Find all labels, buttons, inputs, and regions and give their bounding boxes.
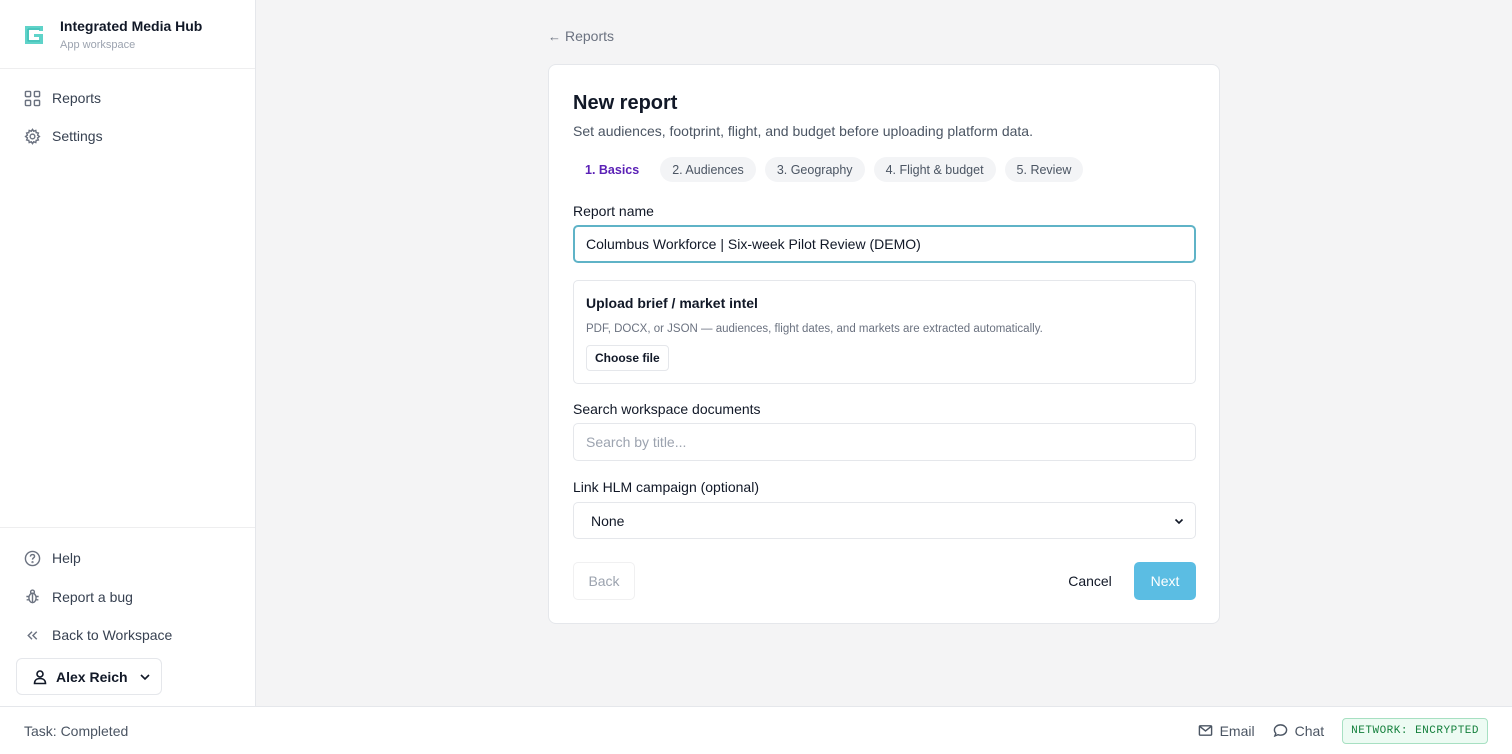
task-status: Task: Completed <box>24 723 129 739</box>
sidebar-nav: Reports Settings <box>0 69 255 155</box>
next-button[interactable]: Next <box>1134 562 1196 600</box>
sidebar-item-settings[interactable]: Settings <box>0 117 255 155</box>
search-documents-input[interactable] <box>573 423 1196 461</box>
app-subtitle: App workspace <box>60 39 136 51</box>
brand: Integrated Media Hub App workspace <box>0 0 255 69</box>
brand-logo-icon <box>25 26 43 44</box>
chat-icon <box>1273 724 1287 738</box>
sidebar-footer: Help Report a bug Back to Workspace Alex… <box>0 527 255 706</box>
help-icon <box>24 550 41 567</box>
main-content: ← Reports New report Set audiences, foot… <box>256 0 1512 706</box>
cancel-button[interactable]: Cancel <box>1057 562 1123 600</box>
sidebar-item-report-bug[interactable]: Report a bug <box>0 578 255 617</box>
user-icon <box>33 669 47 684</box>
choose-file-button[interactable]: Choose file <box>586 345 669 371</box>
sidebar-item-reports[interactable]: Reports <box>0 79 255 117</box>
campaign-select[interactable]: None <box>573 502 1196 539</box>
mail-icon <box>1198 725 1212 736</box>
back-to-reports-link[interactable]: ← Reports <box>548 28 614 44</box>
back-button[interactable]: Back <box>573 562 635 600</box>
campaign-select-value: None <box>591 512 625 529</box>
wizard-steps: 1. Basics 2. Audiences 3. Geography 4. F… <box>573 157 1084 182</box>
step-review[interactable]: 5. Review <box>1004 157 1084 182</box>
sidebar-item-help[interactable]: Help <box>0 539 255 578</box>
back-link-label: Reports <box>565 28 615 44</box>
step-basics[interactable]: 1. Basics <box>573 157 652 182</box>
sidebar-item-label: Help <box>52 550 81 567</box>
chevron-down-icon <box>1174 518 1184 525</box>
sidebar-item-label: Settings <box>52 128 103 144</box>
sidebar-item-label: Back to Workspace <box>52 627 173 644</box>
chat-link[interactable]: Chat <box>1273 722 1325 739</box>
report-name-input[interactable] <box>573 225 1196 263</box>
app-name: Integrated Media Hub <box>60 18 203 34</box>
page-description: Set audiences, footprint, flight, and bu… <box>573 123 1033 139</box>
step-geography[interactable]: 3. Geography <box>764 157 865 182</box>
grid-icon <box>24 90 41 106</box>
sidebar-item-label: Reports <box>52 90 102 106</box>
email-link[interactable]: Email <box>1198 723 1255 739</box>
chat-label: Chat <box>1294 722 1325 739</box>
network-status-badge: NETWORK: ENCRYPTED <box>1342 717 1488 744</box>
gear-icon <box>24 127 41 145</box>
new-report-card: New report Set audiences, footprint, fli… <box>548 64 1220 624</box>
arrow-left-icon: ← <box>548 28 561 44</box>
sidebar-item-label: Report a bug <box>52 588 133 605</box>
email-label: Email <box>1219 722 1255 739</box>
campaign-select-label: Link HLM campaign (optional) <box>573 479 759 495</box>
search-documents-label: Search workspace documents <box>573 401 761 417</box>
step-audiences[interactable]: 2. Audiences <box>660 157 756 182</box>
sidebar-item-back-to-workspace[interactable]: Back to Workspace <box>0 616 255 655</box>
user-name: Alex Reich <box>56 668 128 685</box>
sidebar: Integrated Media Hub App workspace Repor… <box>0 0 256 706</box>
bug-icon <box>26 589 39 604</box>
upload-title: Upload brief / market intel <box>586 295 758 311</box>
report-name-label: Report name <box>573 203 654 219</box>
upload-brief-panel: Upload brief / market intel PDF, DOCX, o… <box>573 280 1196 384</box>
upload-hint: PDF, DOCX, or JSON — audiences, flight d… <box>586 323 1043 335</box>
status-bar: Task: Completed Email Chat NETWORK: ENCR… <box>0 706 1512 754</box>
page-title: New report <box>573 92 678 114</box>
user-menu-button[interactable]: Alex Reich <box>16 658 162 695</box>
chevron-down-icon <box>140 673 150 680</box>
step-flight-budget[interactable]: 4. Flight & budget <box>873 157 996 182</box>
double-chevron-left-icon <box>27 630 38 640</box>
